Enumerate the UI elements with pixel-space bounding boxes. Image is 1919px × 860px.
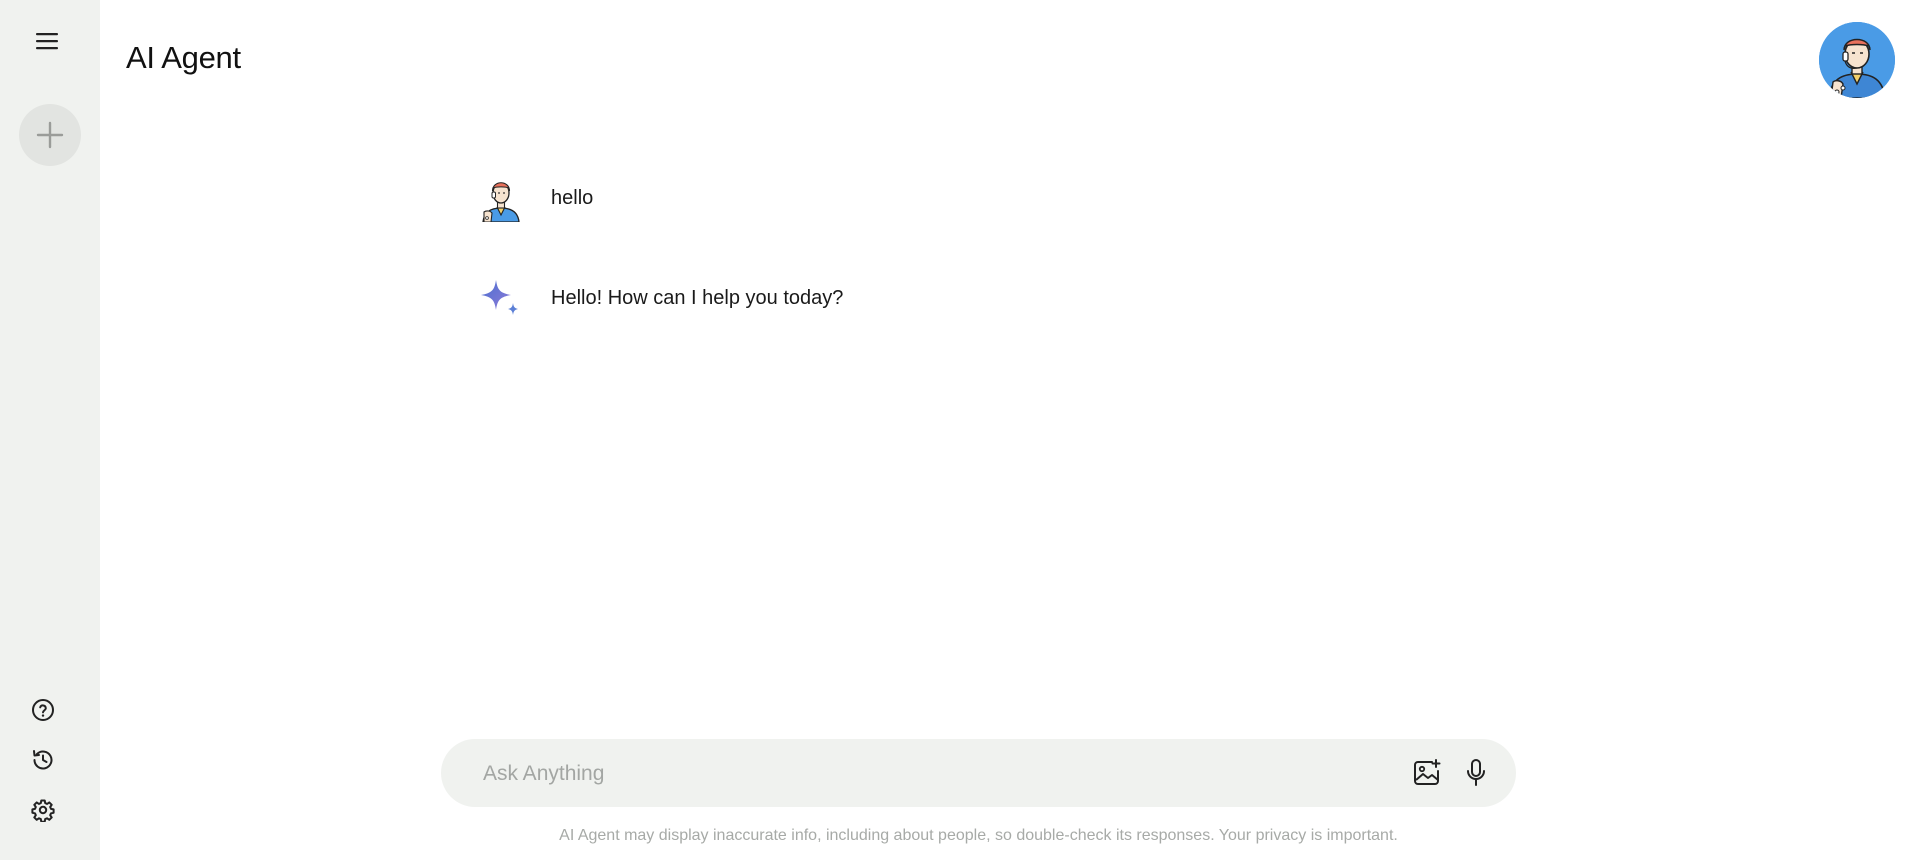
- message-user: hello: [476, 173, 593, 223]
- user-avatar-icon: [482, 182, 520, 222]
- app-title: AI Agent: [126, 40, 241, 75]
- history-button[interactable]: [29, 746, 57, 774]
- image-upload-button[interactable]: [1411, 757, 1443, 789]
- history-icon: [33, 750, 53, 770]
- app-root: AI Agent hello Hello! How can I help you…: [0, 0, 1919, 860]
- assistant-message-text: Hello! How can I help you today?: [551, 286, 844, 309]
- sidebar: [0, 0, 100, 860]
- new-chat-button[interactable]: [19, 104, 81, 166]
- menu-button[interactable]: [32, 28, 62, 54]
- plus-icon: [36, 121, 64, 149]
- profile-avatar[interactable]: [1819, 22, 1895, 98]
- message-assistant: Hello! How can I help you today?: [476, 273, 843, 323]
- gear-icon: [31, 799, 55, 822]
- help-circle-icon: [32, 699, 54, 721]
- image-upload-icon: [1414, 759, 1441, 785]
- disclaimer-text: AI Agent may display inaccurate info, in…: [559, 827, 1398, 844]
- user-message-avatar: [476, 173, 526, 223]
- prompt-bar: [441, 739, 1516, 807]
- voice-input-button[interactable]: [1460, 757, 1492, 789]
- user-avatar-icon: [1819, 22, 1895, 98]
- settings-button[interactable]: [29, 796, 57, 824]
- sparkle-icon: [481, 280, 518, 315]
- assistant-message-avatar: [476, 273, 526, 323]
- prompt-input[interactable]: [481, 753, 1385, 795]
- microphone-icon: [1467, 759, 1485, 786]
- hamburger-menu-icon: [36, 33, 58, 50]
- user-message-text: hello: [551, 186, 594, 209]
- help-button[interactable]: [29, 696, 57, 724]
